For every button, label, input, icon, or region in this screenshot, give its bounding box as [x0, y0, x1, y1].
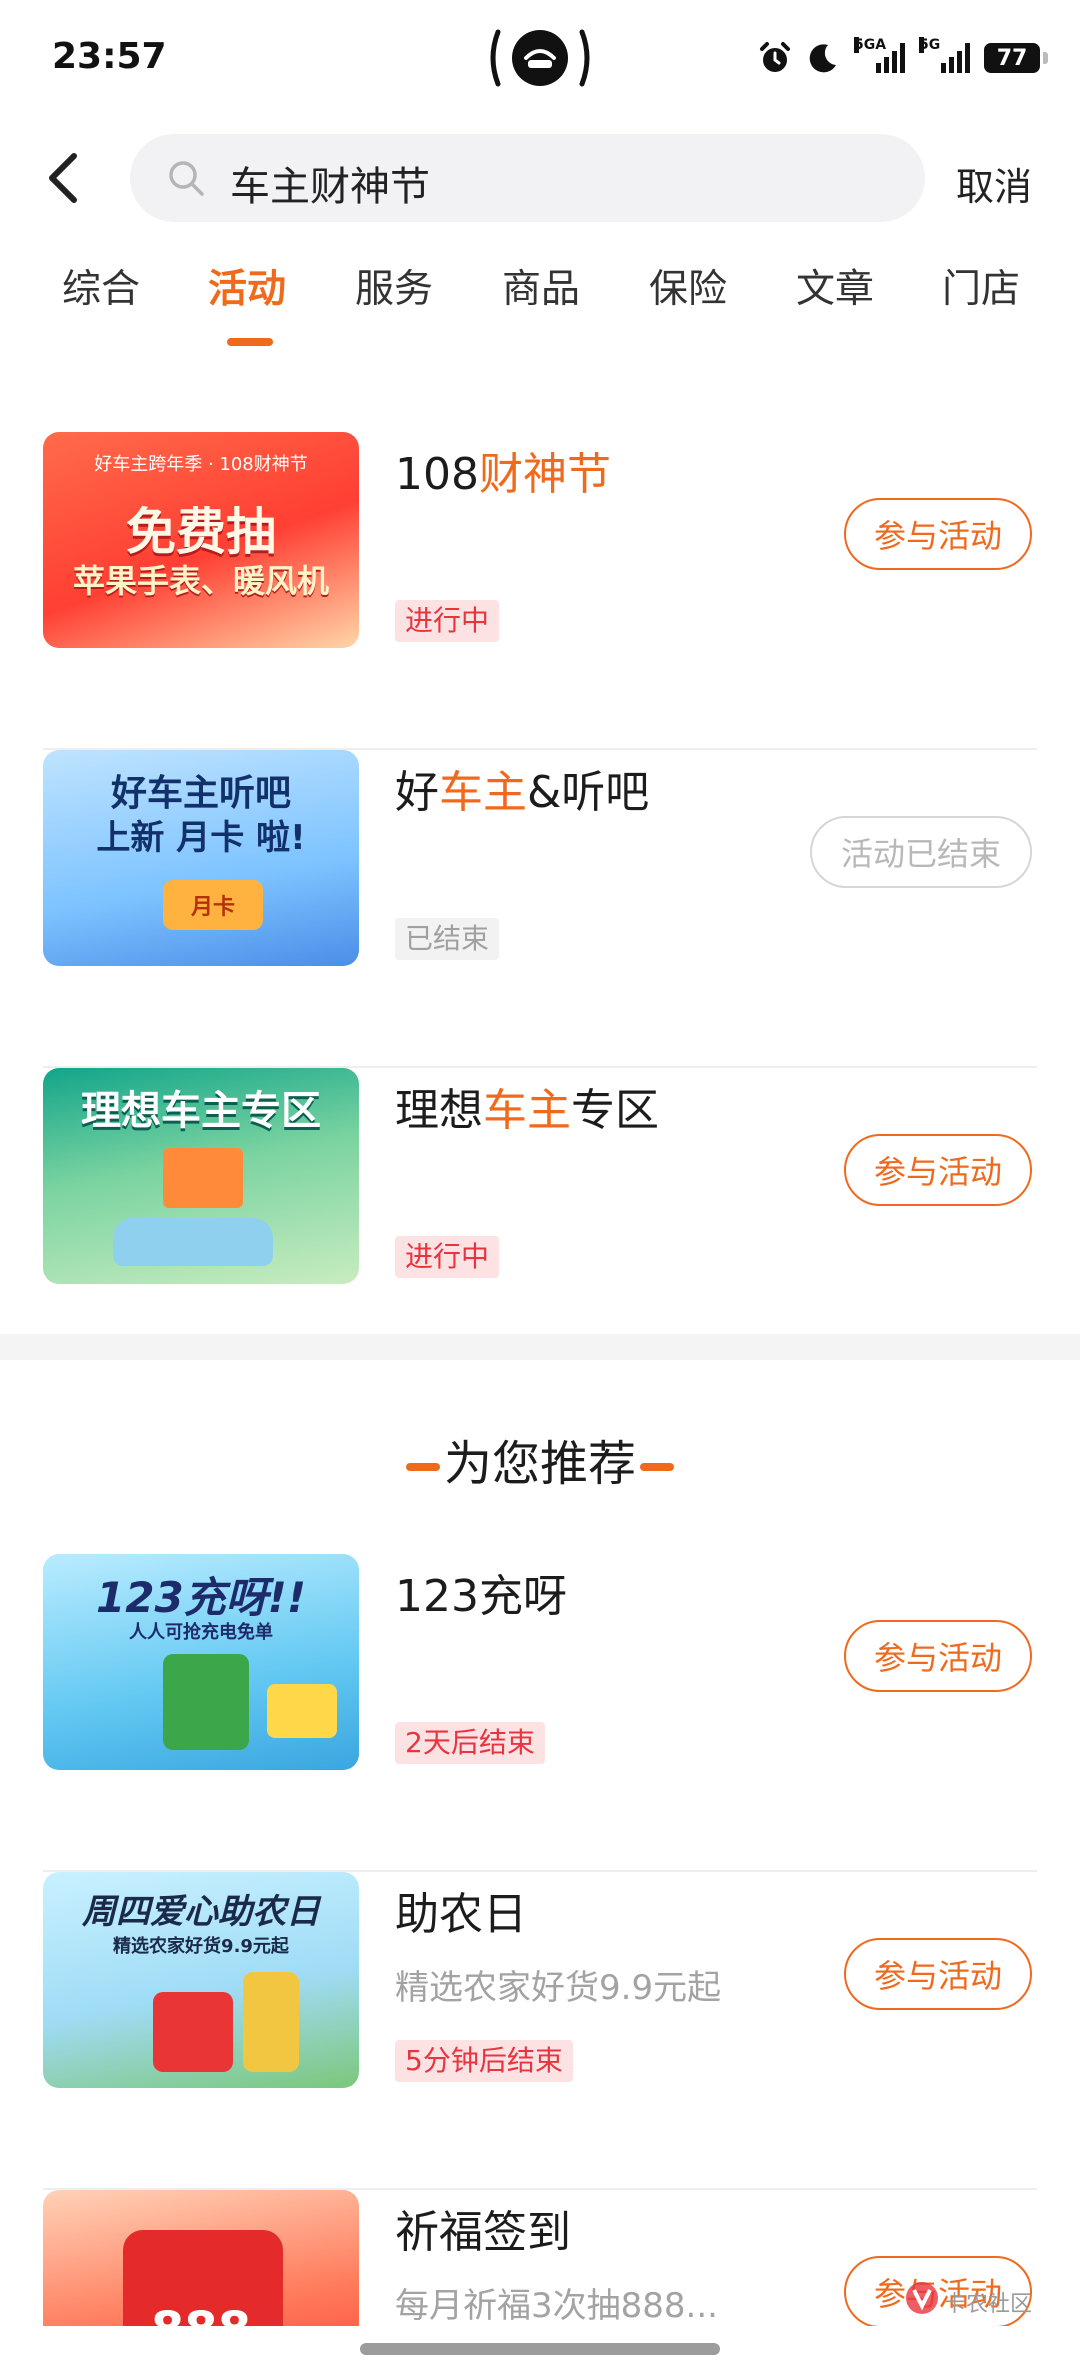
- activity-thumbnail: 好车主听吧 上新 月卡 啦! 月卡: [43, 750, 359, 966]
- status-badge: 进行中: [395, 1236, 500, 1278]
- activity-title: 108财神节: [395, 438, 611, 502]
- activity-title: 助农日: [395, 1889, 527, 1940]
- thumb-headline: 周四爱心助农日: [82, 1892, 320, 1932]
- join-activity-button[interactable]: 参与活动: [844, 1938, 1032, 2010]
- search-input[interactable]: 车主财神节: [130, 134, 925, 222]
- tab-service[interactable]: 服务: [355, 258, 433, 314]
- activity-thumbnail: 888: [43, 2190, 359, 2326]
- tab-products[interactable]: 商品: [502, 258, 580, 314]
- join-activity-button[interactable]: 参与活动: [844, 1134, 1032, 1206]
- signal-5ga-icon: 5GA: [854, 37, 905, 73]
- thumb-headline: 好车主听吧: [110, 773, 291, 814]
- title-highlight: 车主: [483, 1085, 571, 1136]
- activity-subtitle: 每月祈福3次抽888...: [395, 2286, 718, 2326]
- title-part: 理想: [395, 1085, 483, 1136]
- tab-stores[interactable]: 门店: [942, 258, 1020, 314]
- activity-title: 123充呀: [395, 1571, 567, 1622]
- activity-thumbnail: 123充呀!! 人人可抢充电免单: [43, 1554, 359, 1770]
- section-separator: [0, 1334, 1080, 1360]
- title-part: 108: [395, 449, 479, 500]
- list-item[interactable]: 周四爱心助农日 精选农家好货9.9元起 助农日 精选农家好货9.9元起 5分钟后…: [0, 1872, 1080, 2190]
- recommend-heading: 为您推荐: [0, 1424, 1080, 1494]
- status-badge: 进行中: [395, 600, 500, 642]
- hotspot-pill-icon: [490, 29, 590, 87]
- thumb-headline: 免费抽: [126, 503, 276, 561]
- thumb-subline: 上新 月卡 啦!: [96, 818, 306, 858]
- tab-insurance[interactable]: 保险: [649, 258, 727, 314]
- thumb-headline: 123充呀!!: [96, 1573, 306, 1622]
- category-tabs: 综合 活动 服务 商品 保险 文章 门店: [0, 258, 1080, 354]
- active-tab-indicator: [227, 338, 273, 346]
- search-header: 车主财神节 取消: [0, 128, 1080, 228]
- recommend-heading-text: 为您推荐: [443, 1436, 636, 1492]
- list-item[interactable]: 123充呀!! 人人可抢充电免单 123充呀 2天后结束 参与活动: [0, 1554, 1080, 1872]
- moon-icon: [809, 44, 836, 73]
- thumb-subline: 苹果手表、暖风机: [72, 562, 329, 600]
- tab-articles[interactable]: 文章: [796, 258, 874, 314]
- activity-title: 好车主&听吧: [395, 756, 649, 820]
- watermark-text: 卡农社区: [944, 2292, 1033, 2317]
- join-activity-button[interactable]: 参与活动: [844, 498, 1032, 570]
- title-part: &听吧: [527, 767, 650, 818]
- activity-title: 理想车主专区: [395, 1074, 659, 1138]
- title-part: 好: [395, 767, 439, 818]
- heading-dash-left: [405, 1463, 440, 1471]
- thumb-tag: 月卡: [163, 880, 263, 930]
- signal-5g-icon: 5G: [919, 37, 970, 73]
- status-time: 23:57: [52, 36, 167, 77]
- activity-subtitle: 精选农家好货9.9元起: [395, 1968, 722, 2008]
- list-item[interactable]: 好车主听吧 上新 月卡 啦! 月卡 好车主&听吧 已结束 活动已结束: [0, 750, 1080, 1068]
- activity-ended-button[interactable]: 活动已结束: [810, 816, 1032, 888]
- thumb-headline: 888: [43, 2302, 359, 2326]
- status-badge: 已结束: [395, 918, 500, 960]
- search-icon: [169, 161, 204, 196]
- network-label-1: 5GA: [854, 37, 887, 53]
- status-icons: 5GA 5G 77: [758, 36, 1048, 80]
- battery-icon: 77: [984, 43, 1048, 73]
- title-highlight: 车主: [439, 767, 527, 818]
- title-part: 专区: [571, 1085, 659, 1136]
- status-badge: 2天后结束: [395, 1722, 545, 1764]
- tab-comprehensive[interactable]: 综合: [62, 258, 140, 314]
- activity-thumbnail: 理想车主专区: [43, 1068, 359, 1284]
- network-label-2: 5G: [919, 37, 941, 53]
- back-icon[interactable]: [36, 146, 96, 210]
- heading-dash-right: [640, 1463, 674, 1471]
- list-item[interactable]: 好车主跨年季 · 108财神节 免费抽 苹果手表、暖风机 108财神节 进行中 …: [0, 432, 1080, 750]
- thumb-subline: 人人可抢充电免单: [129, 1622, 273, 1643]
- status-bar: 23:57 5GA 5G 77: [0, 0, 1080, 120]
- alarm-icon: [760, 42, 790, 72]
- join-activity-button[interactable]: 参与活动: [844, 1620, 1032, 1692]
- search-query: 车主财神节: [230, 164, 430, 210]
- title-highlight: 财神节: [478, 449, 611, 500]
- cancel-button[interactable]: 取消: [956, 156, 1032, 211]
- activity-title: 祈福签到: [395, 2207, 571, 2258]
- tab-activity[interactable]: 活动: [208, 258, 286, 314]
- status-badge: 5分钟后结束: [395, 2040, 573, 2082]
- thumb-subline: 精选农家好货9.9元起: [113, 1936, 289, 1957]
- kanong-logo-icon: [906, 2282, 938, 2314]
- activity-thumbnail: 好车主跨年季 · 108财神节 免费抽 苹果手表、暖风机: [43, 432, 359, 648]
- watermark-logo: 卡农社区: [902, 2278, 1032, 2328]
- thumb-caption: 好车主跨年季 · 108财神节: [94, 454, 308, 475]
- thumb-headline: 理想车主专区: [81, 1088, 321, 1134]
- home-indicator[interactable]: [360, 2343, 720, 2355]
- activity-thumbnail: 周四爱心助农日 精选农家好货9.9元起: [43, 1872, 359, 2088]
